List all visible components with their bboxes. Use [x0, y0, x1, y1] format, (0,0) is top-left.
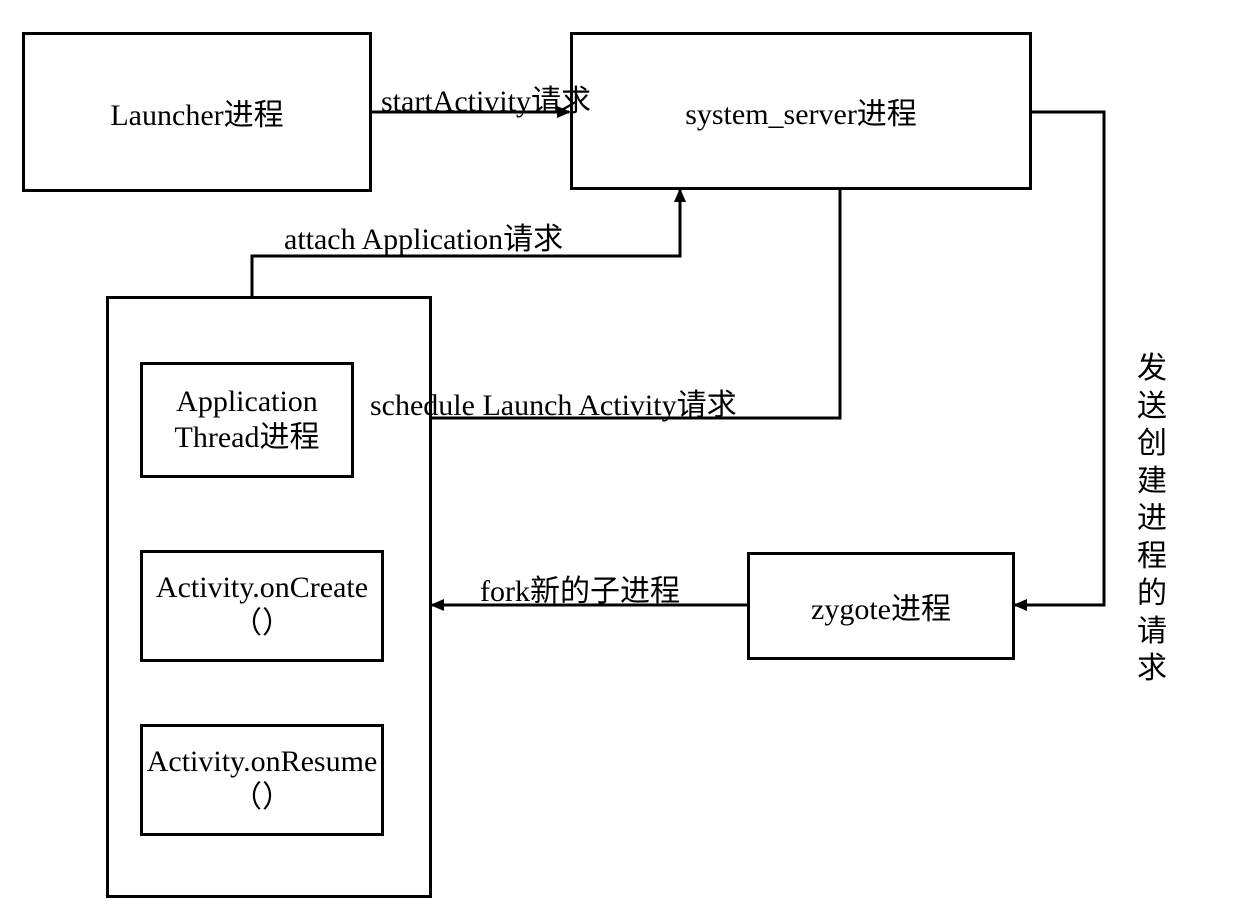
launcher-process-box: Launcher进程 [22, 32, 372, 192]
launcher-label: Launcher进程 [110, 90, 283, 134]
fork-child-label: fork新的子进程 [480, 566, 680, 610]
attach-application-label: attach Application请求 [284, 214, 563, 258]
activity-oncreate-box: Activity.onCreate（） [140, 550, 384, 662]
system-server-label: system_server进程 [685, 89, 917, 133]
zygote-box: zygote进程 [747, 552, 1015, 660]
create-process-label: 发送创建进程的请求 [1134, 350, 1170, 688]
activity-onresume-box: Activity.onResume（） [140, 724, 384, 836]
system-server-box: system_server进程 [570, 32, 1032, 190]
schedule-launch-label: schedule Launch Activity请求 [370, 380, 737, 424]
start-activity-label: startActivity请求 [381, 76, 591, 120]
activity-onresume-label: Activity.onResume（） [147, 744, 378, 816]
application-thread-label: Application Thread进程 [149, 384, 345, 456]
application-thread-box: Application Thread进程 [140, 362, 354, 478]
zygote-label: zygote进程 [811, 584, 951, 628]
activity-oncreate-label: Activity.onCreate（） [149, 570, 375, 642]
